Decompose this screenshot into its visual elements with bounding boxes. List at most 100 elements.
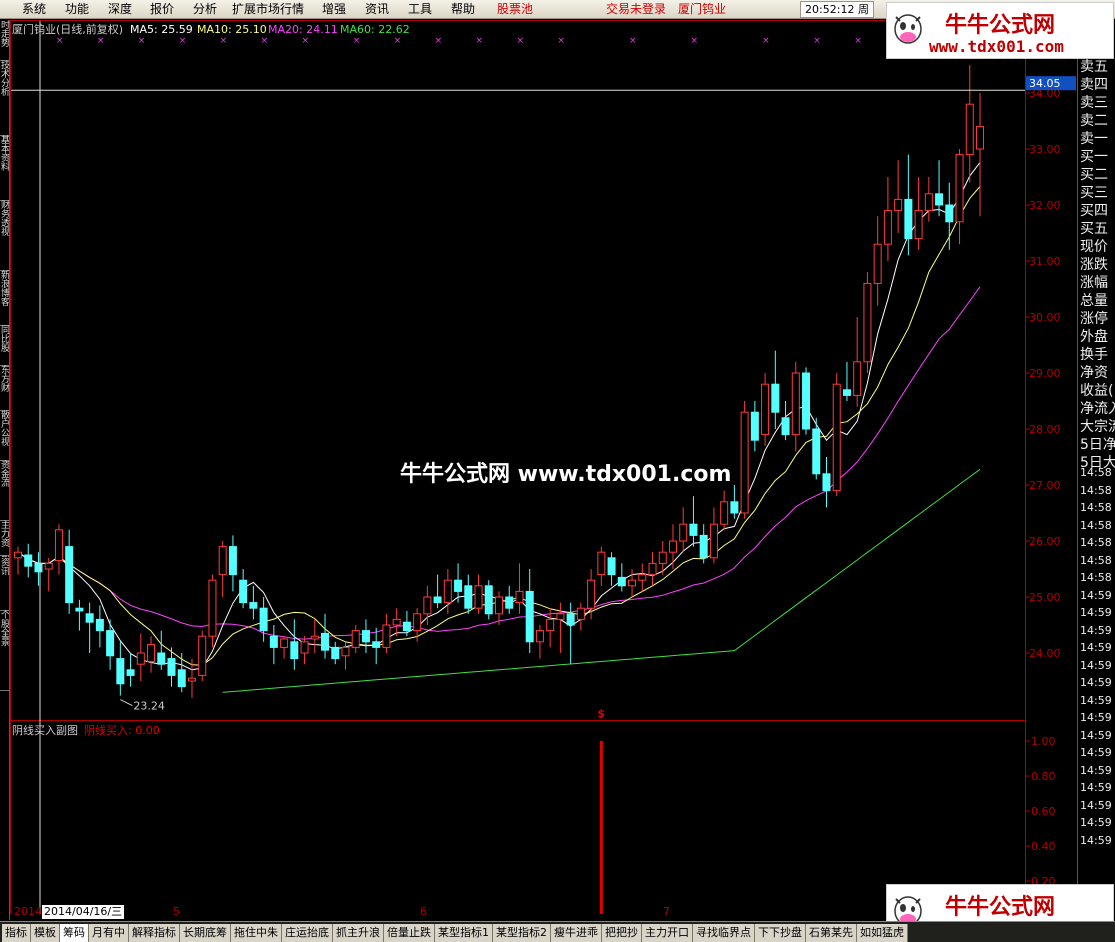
candle-body[interactable] — [761, 383, 770, 436]
candle-body[interactable] — [95, 618, 104, 632]
candle-body[interactable] — [495, 596, 503, 615]
candle-body[interactable] — [310, 635, 319, 640]
candle-body[interactable] — [965, 103, 974, 156]
menu-depth[interactable]: 深度 — [108, 0, 132, 18]
left-tab-6[interactable]: 东方财 — [0, 365, 9, 411]
menu-help[interactable]: 帮助 — [451, 0, 475, 18]
candle-body[interactable] — [597, 551, 606, 576]
candle-body[interactable] — [65, 546, 74, 604]
bottom-tab-2[interactable]: 筹码 — [60, 924, 89, 942]
candle-body[interactable] — [290, 641, 299, 660]
candle-body[interactable] — [802, 372, 811, 430]
bottom-tab-3[interactable]: 月有中 — [89, 924, 129, 942]
bottom-tab-12[interactable]: 瘦牛进乖 — [551, 924, 602, 942]
bottom-tab-10[interactable]: 某型指标1 — [435, 924, 493, 942]
left-tab-3[interactable]: 财务透视 — [0, 200, 9, 271]
menu-analysis[interactable]: 分析 — [193, 0, 217, 18]
candle-body[interactable] — [341, 646, 350, 657]
candle-body[interactable] — [402, 621, 411, 632]
candle-body[interactable] — [14, 551, 22, 559]
candle-body[interactable] — [832, 383, 841, 492]
menu-enhance[interactable]: 增强 — [322, 0, 346, 18]
candle-body[interactable] — [976, 126, 984, 150]
candle-body[interactable] — [505, 596, 514, 609]
candle-body[interactable] — [668, 540, 677, 553]
candle-body[interactable] — [730, 501, 739, 514]
menu-system[interactable]: 系统 — [22, 0, 46, 18]
candle-body[interactable] — [413, 613, 422, 632]
bottom-tab-9[interactable]: 倍量止跌 — [384, 924, 435, 942]
menu-quote[interactable]: 报价 — [150, 0, 174, 18]
candle-body[interactable] — [269, 635, 278, 648]
candle-body[interactable] — [689, 523, 698, 536]
left-tab-10[interactable]: i资讯 — [0, 555, 9, 611]
candle-body[interactable] — [945, 204, 954, 223]
candle-body[interactable] — [239, 579, 248, 604]
left-tab-0[interactable]: 时走势 — [0, 20, 9, 61]
bottom-tab-5[interactable]: 长期底筹 — [180, 924, 231, 942]
candle-body[interactable] — [280, 638, 289, 648]
bottom-tab-13[interactable]: 把把抄 — [602, 924, 642, 942]
candle-body[interactable] — [351, 630, 360, 648]
candle-body[interactable] — [249, 602, 258, 609]
left-tab-11[interactable]: 个股全景 — [0, 610, 9, 691]
candle-body[interactable] — [873, 243, 882, 284]
menu-extended-market[interactable]: 扩展市场行情 — [232, 0, 304, 18]
menu-tools[interactable]: 工具 — [408, 0, 432, 18]
candle-body[interactable] — [392, 618, 401, 626]
stock-pool-button[interactable]: 股票池 — [497, 0, 533, 18]
candle-body[interactable] — [372, 641, 381, 648]
candle-body[interactable] — [720, 501, 729, 525]
candle-body[interactable] — [587, 579, 596, 609]
candle-body[interactable] — [157, 652, 166, 665]
candle-body[interactable] — [177, 669, 186, 688]
candle-body[interactable] — [106, 630, 115, 657]
candle-body[interactable] — [863, 282, 872, 363]
candle-body[interactable] — [566, 613, 575, 626]
bottom-tab-14[interactable]: 主力开口 — [642, 924, 693, 942]
candle-body[interactable] — [218, 546, 227, 576]
candle-body[interactable] — [198, 635, 207, 676]
candle-body[interactable] — [935, 193, 944, 206]
left-tab-4[interactable]: 新浪博客 — [0, 270, 9, 326]
candle-body[interactable] — [822, 473, 831, 492]
candle-body[interactable] — [85, 613, 94, 623]
left-tab-9[interactable]: 主力资讯 — [0, 520, 9, 556]
candle-body[interactable] — [842, 389, 851, 396]
candle-body[interactable] — [147, 644, 156, 662]
left-tab-8[interactable]: 资金流 — [0, 460, 9, 521]
candle-body[interactable] — [433, 596, 442, 604]
candle-body[interactable] — [617, 576, 626, 587]
bottom-tab-6[interactable]: 拖住中朱 — [231, 924, 282, 942]
candle-body[interactable] — [187, 677, 196, 682]
candle-body[interactable] — [750, 411, 759, 441]
bottom-tab-17[interactable]: 石第某先 — [806, 924, 857, 942]
candle-body[interactable] — [607, 557, 616, 576]
candle-body[interactable] — [300, 641, 309, 654]
candle-body[interactable] — [228, 546, 237, 576]
candle-body[interactable] — [208, 579, 217, 637]
menu-news[interactable]: 资讯 — [365, 0, 389, 18]
candle-body[interactable] — [259, 607, 268, 632]
candle-body[interactable] — [167, 658, 176, 676]
candle-body[interactable] — [464, 585, 473, 609]
bottom-tab-16[interactable]: 下下抄盘 — [755, 924, 806, 942]
candle-body[interactable] — [454, 579, 463, 592]
left-tab-2[interactable]: 基本资料 — [0, 135, 9, 201]
candle-body[interactable] — [638, 574, 647, 581]
bottom-tab-1[interactable]: 模板 — [31, 924, 60, 942]
candle-body[interactable] — [628, 579, 637, 587]
candle-body[interactable] — [546, 618, 555, 632]
trade-login-status[interactable]: 交易未登录 — [606, 0, 666, 18]
candle-body[interactable] — [331, 646, 340, 660]
candle-body[interactable] — [709, 523, 718, 559]
candle-body[interactable] — [699, 534, 708, 559]
candle-body[interactable] — [740, 411, 749, 514]
bottom-tab-18[interactable]: 如如猛虎 — [857, 924, 908, 942]
bottom-tab-15[interactable]: 寻找临界点 — [693, 924, 755, 942]
candle-body[interactable] — [556, 613, 565, 620]
candle-body[interactable] — [382, 624, 391, 648]
bottom-tab-8[interactable]: 抓主升浪 — [333, 924, 384, 942]
left-tab-1[interactable]: 技术分析 — [0, 60, 9, 136]
candle-body[interactable] — [116, 658, 125, 685]
